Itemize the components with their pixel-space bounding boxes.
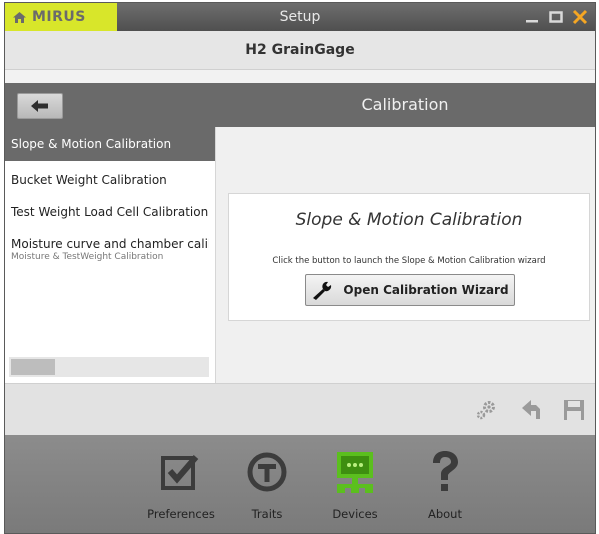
action-toolbar xyxy=(5,383,595,436)
nav-traits[interactable]: Traits xyxy=(227,449,307,521)
nav-about[interactable]: About xyxy=(405,449,485,521)
close-icon xyxy=(572,9,588,25)
list-item-sublabel: Moisture & TestWeight Calibration xyxy=(11,252,164,262)
home-icon xyxy=(13,11,26,23)
brand-name: MIRUS xyxy=(32,9,86,25)
undo-arrow-icon xyxy=(522,400,540,419)
list-item-bucket-weight[interactable]: Bucket Weight Calibration xyxy=(5,165,215,195)
minimize-button[interactable] xyxy=(523,8,541,26)
scrollbar-thumb[interactable] xyxy=(11,359,55,375)
button-label: Open Calibration Wizard xyxy=(343,283,509,297)
nav-preferences[interactable]: Preferences xyxy=(141,449,221,521)
devices-icon xyxy=(332,449,378,495)
list-item-label: Moisture curve and chamber calib xyxy=(11,237,209,251)
undo-button[interactable] xyxy=(519,398,545,422)
bottom-navigation: Preferences Traits Devices About xyxy=(5,435,595,533)
checkbox-icon xyxy=(158,449,204,495)
save-icon xyxy=(564,400,584,420)
section-title: Calibration xyxy=(361,95,449,114)
traits-t-icon xyxy=(244,449,290,495)
nav-label: Traits xyxy=(251,507,283,521)
list-item-label: Slope & Motion Calibration xyxy=(11,137,172,151)
question-mark-icon xyxy=(422,449,468,495)
maximize-icon xyxy=(549,11,563,23)
calibration-list: Slope & Motion Calibration Bucket Weight… xyxy=(5,127,216,383)
list-item-slope-motion[interactable]: Slope & Motion Calibration xyxy=(5,127,215,161)
list-item-label: Test Weight Load Cell Calibration xyxy=(11,205,209,219)
nav-label: Preferences xyxy=(147,507,215,521)
list-item-test-weight[interactable]: Test Weight Load Cell Calibration xyxy=(5,197,215,227)
wrench-icon xyxy=(313,281,332,300)
app-window: MIRUS Setup H2 GrainGage Calibration Slo… xyxy=(4,2,596,534)
minimize-icon xyxy=(526,20,538,23)
back-arrow-icon xyxy=(31,100,48,112)
window-titlebar: MIRUS Setup xyxy=(5,3,595,31)
card-title: Slope & Motion Calibration xyxy=(295,210,523,230)
nav-label: About xyxy=(427,507,462,521)
card-description: Click the button to launch the Slope & M… xyxy=(272,256,546,266)
save-button[interactable] xyxy=(561,398,587,422)
nav-label: Devices xyxy=(332,507,378,521)
calibration-panel: Slope & Motion Calibration Click the but… xyxy=(216,127,595,383)
horizontal-scrollbar[interactable] xyxy=(9,357,209,377)
nav-devices[interactable]: Devices xyxy=(315,449,395,521)
open-calibration-wizard-button[interactable]: Open Calibration Wizard xyxy=(305,274,515,306)
close-button[interactable] xyxy=(571,8,589,26)
app-title: H2 GrainGage xyxy=(5,31,595,70)
section-header: Calibration xyxy=(5,83,595,127)
gears-icon xyxy=(476,401,495,420)
maximize-button[interactable] xyxy=(547,8,565,26)
calibration-card: Slope & Motion Calibration Click the but… xyxy=(228,193,590,321)
list-item-label: Bucket Weight Calibration xyxy=(11,173,167,187)
brand-logo[interactable]: MIRUS xyxy=(5,3,117,31)
gears-button[interactable] xyxy=(473,398,499,422)
list-item-moisture-curve[interactable]: Moisture curve and chamber calib Moistur… xyxy=(5,227,215,273)
back-button[interactable] xyxy=(17,93,63,119)
